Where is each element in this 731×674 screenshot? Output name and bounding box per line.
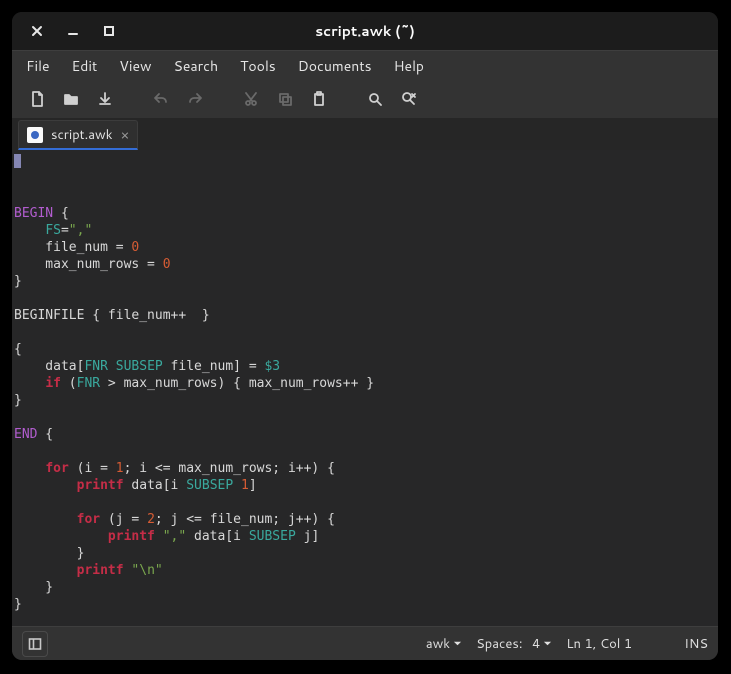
code-editor[interactable]: BEGIN { FS="," file_num = 0 max_num_rows… [12,150,718,626]
search-button[interactable] [360,84,390,114]
menubar: File Edit View Search Tools Documents He… [12,50,718,80]
toolbar [12,80,718,118]
close-tab-button[interactable]: × [121,128,130,142]
minimize-window-button[interactable] [62,20,84,42]
new-file-button[interactable] [22,84,52,114]
cursor-position[interactable]: Ln 1, Col 1 [566,635,632,653]
cut-button[interactable] [236,84,266,114]
menu-view[interactable]: View [109,52,161,80]
insert-mode[interactable]: INS [684,635,708,653]
tab-bar: script.awk × [12,118,718,150]
undo-button[interactable] [146,84,176,114]
menu-file[interactable]: File [16,52,60,80]
language-selector[interactable]: awk [426,635,462,653]
menu-search[interactable]: Search [164,52,229,80]
open-file-button[interactable] [56,84,86,114]
redo-button[interactable] [180,84,210,114]
copy-button[interactable] [270,84,300,114]
menu-tools[interactable]: Tools [230,52,286,80]
text-cursor [14,154,21,168]
indent-selector[interactable]: Spaces: 4 [476,635,552,653]
titlebar[interactable]: script.awk (~) [12,12,718,50]
menu-documents[interactable]: Documents [288,52,382,80]
file-tab-active[interactable]: script.awk × [18,120,138,150]
menu-help[interactable]: Help [384,52,434,80]
file-tab-label: script.awk [51,126,113,144]
maximize-window-button[interactable] [98,20,120,42]
side-panel-toggle[interactable] [22,631,48,657]
paste-button[interactable] [304,84,334,114]
menu-edit[interactable]: Edit [62,52,108,80]
close-window-button[interactable] [26,20,48,42]
status-bar: awk Spaces: 4 Ln 1, Col 1 INS [12,626,718,660]
find-replace-button[interactable] [394,84,424,114]
save-file-button[interactable] [90,84,120,114]
file-icon [27,127,43,143]
editor-window: script.awk (~) File Edit View Search Too… [12,12,718,660]
